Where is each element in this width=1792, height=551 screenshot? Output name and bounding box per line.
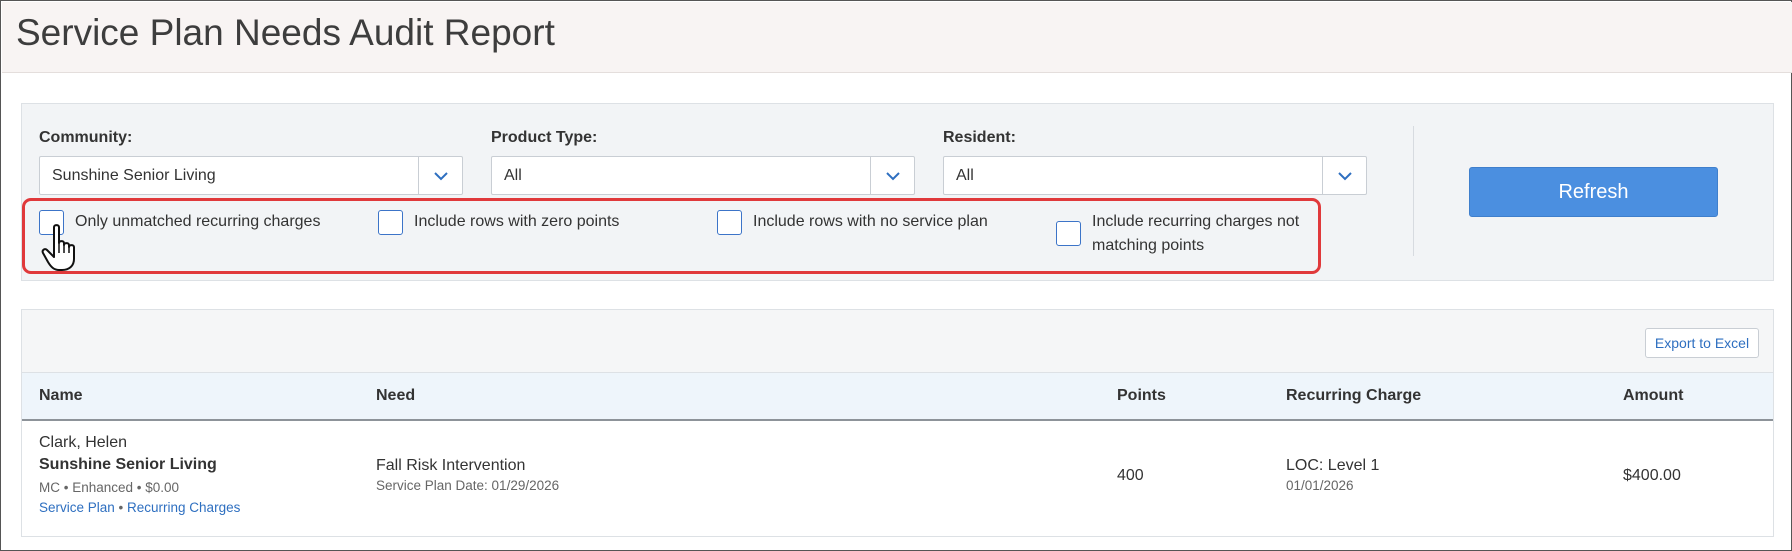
resident-label: Resident: (943, 129, 1016, 146)
charge-date: 01/01/2026 (1286, 478, 1354, 493)
points-cell: 400 (1117, 467, 1144, 484)
hand-cursor-icon (41, 223, 81, 273)
resident-details: MC • Enhanced • $0.00 (39, 480, 180, 495)
community-select[interactable]: Sunshine Senior Living (39, 156, 463, 195)
link-separator: • (114, 500, 128, 515)
column-header-need[interactable]: Need (376, 387, 415, 405)
table-header: Name Need Points Recurring Charge Amount (22, 373, 1773, 421)
page-header: Service Plan Needs Audit Report (2, 2, 1792, 73)
recurring-charges-link[interactable]: Recurring Charges (127, 500, 240, 515)
chevron-down-icon[interactable] (870, 157, 914, 194)
column-header-amount[interactable]: Amount (1623, 387, 1683, 405)
need-cell: Fall Risk Intervention Service Plan Date… (376, 456, 559, 496)
refresh-button[interactable]: Refresh (1469, 167, 1718, 217)
amount-cell: $400.00 (1623, 467, 1681, 484)
highlight-box (22, 198, 1321, 274)
resident-select-value: All (956, 167, 974, 184)
product-type-select[interactable]: All (491, 156, 915, 195)
recurring-charge-cell: LOC: Level 1 01/01/2026 (1286, 456, 1379, 496)
chevron-down-icon[interactable] (418, 157, 462, 194)
export-to-excel-button[interactable]: Export to Excel (1645, 328, 1759, 358)
resident-links: Service Plan • Recurring Charges (39, 498, 240, 517)
product-type-label: Product Type: (491, 129, 598, 146)
table-row: Clark, Helen Sunshine Senior Living MC •… (22, 421, 1773, 537)
need-name: Fall Risk Intervention (376, 457, 526, 474)
service-plan-link[interactable]: Service Plan (39, 500, 115, 515)
charge-name: LOC: Level 1 (1286, 457, 1380, 474)
column-header-name[interactable]: Name (39, 387, 83, 405)
product-type-select-value: All (504, 167, 522, 184)
service-plan-date: Service Plan Date: 01/29/2026 (376, 478, 560, 493)
resident-community: Sunshine Senior Living (39, 456, 217, 473)
chevron-down-icon[interactable] (1322, 157, 1366, 194)
name-cell: Clark, Helen Sunshine Senior Living MC •… (39, 433, 240, 517)
results-table: Export to Excel Name Need Points Recurri… (21, 309, 1774, 537)
page-title: Service Plan Needs Audit Report (16, 12, 555, 53)
community-select-value: Sunshine Senior Living (52, 167, 216, 184)
column-header-recurring-charge[interactable]: Recurring Charge (1286, 387, 1421, 405)
app-window: Service Plan Needs Audit Report Communit… (0, 0, 1792, 551)
column-header-points[interactable]: Points (1117, 387, 1166, 405)
community-label: Community: (39, 129, 133, 146)
table-toolbar: Export to Excel (22, 309, 1773, 373)
resident-select[interactable]: All (943, 156, 1367, 195)
divider (1413, 126, 1414, 256)
resident-name-link[interactable]: Clark, Helen (39, 433, 240, 452)
